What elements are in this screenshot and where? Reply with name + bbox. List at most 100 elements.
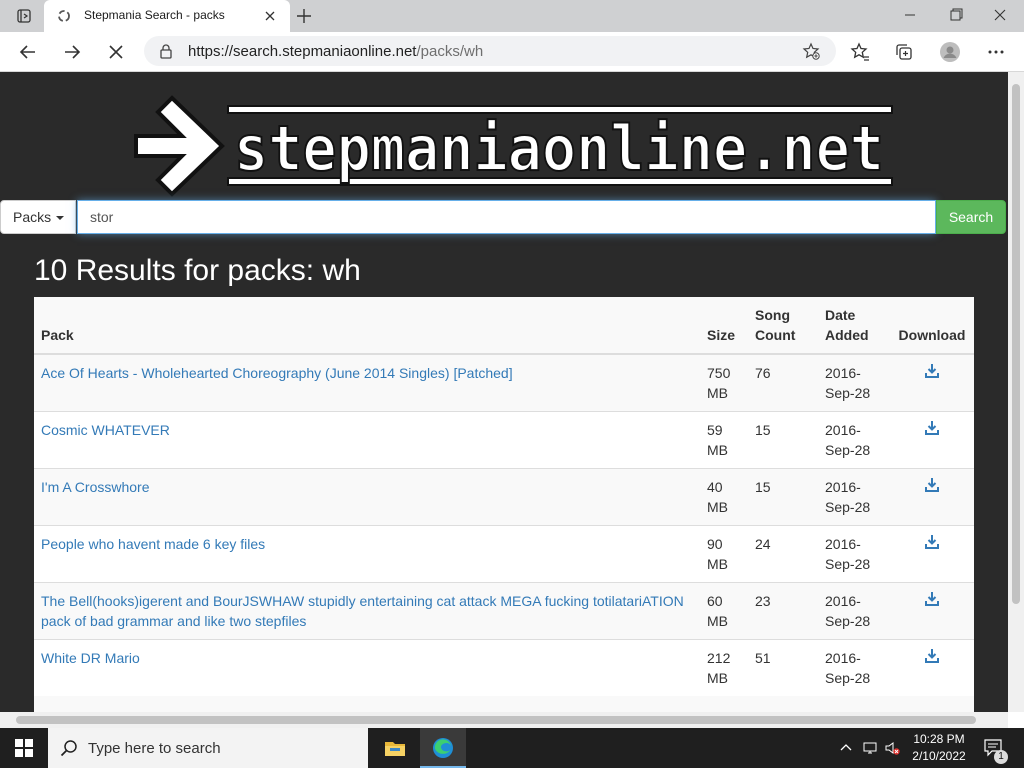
- pack-link[interactable]: Cosmic WHATEVER: [41, 422, 170, 438]
- table-header-row: Pack Size Song Count Date Added Download: [34, 297, 974, 355]
- pack-cell: Cosmic WHATEVER: [34, 411, 700, 469]
- date-line2: Sep-28: [825, 556, 871, 572]
- size-unit: MB: [707, 556, 728, 572]
- tab-actions-icon[interactable]: [16, 8, 32, 24]
- collections-icon[interactable]: [894, 42, 914, 62]
- size-unit: MB: [707, 499, 728, 515]
- loading-spinner-icon: [58, 10, 70, 22]
- size-unit: MB: [707, 670, 728, 686]
- category-dropdown[interactable]: Packs: [0, 200, 76, 234]
- add-favorite-icon[interactable]: [802, 42, 820, 60]
- download-icon[interactable]: [925, 477, 939, 493]
- header-size: Size: [700, 297, 748, 355]
- download-icon[interactable]: [925, 648, 939, 664]
- stop-loading-icon[interactable]: [106, 42, 126, 62]
- date-line1: 2016-: [825, 593, 861, 609]
- date-line1: 2016-: [825, 479, 861, 495]
- browser-tab-active[interactable]: Stepmania Search - packs: [44, 0, 290, 32]
- pack-link[interactable]: I'm A Crosswhore: [41, 479, 150, 495]
- pack-link[interactable]: The Bell(hooks)igerent and BourJSWHAW st…: [41, 593, 684, 629]
- volume-muted-icon[interactable]: [884, 740, 900, 756]
- taskbar-file-explorer[interactable]: [372, 728, 418, 768]
- url-host: https://search.stepmaniaonline.net: [188, 43, 417, 60]
- size-cell: 60 MB: [700, 582, 748, 640]
- date-line2: Sep-28: [825, 442, 871, 458]
- minimize-icon[interactable]: [896, 4, 924, 26]
- vertical-scroll-thumb[interactable]: [1012, 84, 1020, 604]
- song-count-cell: 15: [748, 411, 818, 469]
- song-count-cell: 24: [748, 525, 818, 583]
- header-song-line2: Count: [755, 327, 796, 343]
- size-value: 750: [707, 365, 731, 381]
- search-bar: Packs Search: [0, 200, 1006, 234]
- table-row: People who havent made 6 key files 90 MB …: [34, 525, 974, 583]
- pack-cell: People who havent made 6 key files: [34, 525, 700, 583]
- download-icon[interactable]: [925, 534, 939, 550]
- date-line2: Sep-28: [825, 613, 871, 629]
- search-button[interactable]: Search: [936, 200, 1006, 234]
- size-value: 40: [707, 479, 723, 495]
- song-count-cell: 76: [748, 353, 818, 412]
- table-row: I'm A Crosswhore 40 MB 15 2016- Sep-28: [34, 468, 974, 526]
- download-cell: [890, 468, 974, 526]
- horizontal-scroll-thumb[interactable]: [16, 716, 976, 724]
- download-icon[interactable]: [925, 591, 939, 607]
- more-options-icon[interactable]: [986, 42, 1006, 62]
- table-row: Ace Of Hearts - Wholehearted Choreograph…: [34, 353, 974, 412]
- date-cell: 2016- Sep-28: [818, 525, 890, 583]
- windows-taskbar: Type here to search 10:28 PM 2/10/2022 1: [0, 728, 1024, 768]
- forward-icon[interactable]: [62, 42, 82, 62]
- notification-badge: 1: [994, 750, 1008, 764]
- date-line2: Sep-28: [825, 499, 871, 515]
- address-bar[interactable]: https://search.stepmaniaonline.net/packs…: [144, 36, 836, 66]
- close-tab-icon[interactable]: [262, 8, 278, 24]
- show-hidden-icons-chevron-icon[interactable]: [838, 740, 854, 756]
- profile-avatar-icon[interactable]: [940, 42, 960, 62]
- horizontal-scrollbar[interactable]: [0, 712, 1008, 728]
- browser-tab-strip: Stepmania Search - packs: [0, 0, 1024, 32]
- pack-link[interactable]: People who havent made 6 key files: [41, 536, 265, 552]
- lock-icon[interactable]: [158, 43, 174, 59]
- url-text[interactable]: https://search.stepmaniaonline.net/packs…: [188, 43, 483, 60]
- windows-start-icon[interactable]: [14, 738, 34, 758]
- system-clock[interactable]: 10:28 PM 2/10/2022: [906, 731, 972, 765]
- taskbar-search-box[interactable]: Type here to search: [48, 728, 368, 768]
- clock-date: 2/10/2022: [912, 749, 966, 763]
- download-icon[interactable]: [925, 420, 939, 436]
- favorites-icon[interactable]: [850, 42, 870, 62]
- pack-cell: White DR Mario: [34, 639, 700, 696]
- date-line2: Sep-28: [825, 670, 871, 686]
- header-date-line1: Date: [825, 307, 856, 323]
- song-count-cell: 23: [748, 582, 818, 640]
- vertical-scrollbar[interactable]: [1008, 72, 1024, 712]
- pack-link[interactable]: White DR Mario: [41, 650, 140, 666]
- size-unit: MB: [707, 442, 728, 458]
- pack-cell: I'm A Crosswhore: [34, 468, 700, 526]
- back-icon[interactable]: [18, 42, 38, 62]
- size-unit: MB: [707, 613, 728, 629]
- song-count-cell: 15: [748, 468, 818, 526]
- download-icon[interactable]: [925, 363, 939, 379]
- restore-icon[interactable]: [942, 4, 970, 26]
- size-value: 90: [707, 536, 723, 552]
- header-date-added: Date Added: [818, 297, 890, 355]
- taskbar-edge[interactable]: [420, 728, 466, 768]
- results-table-container: Pack Size Song Count Date Added Download A…: [34, 297, 974, 712]
- search-icon: [60, 740, 77, 757]
- web-page: stepmaniaonline.net Packs Search 10 Resu…: [0, 72, 1008, 712]
- new-tab-icon[interactable]: [296, 8, 312, 24]
- pack-cell: The Bell(hooks)igerent and BourJSWHAW st…: [34, 582, 700, 640]
- pack-link[interactable]: Ace Of Hearts - Wholehearted Choreograph…: [41, 365, 513, 381]
- date-cell: 2016- Sep-28: [818, 411, 890, 469]
- header-pack: Pack: [34, 297, 700, 355]
- site-logo[interactable]: stepmaniaonline.net: [130, 92, 895, 200]
- network-icon[interactable]: [862, 740, 878, 756]
- table-row: Cosmic WHATEVER 59 MB 15 2016- Sep-28: [34, 411, 974, 469]
- date-cell: 2016- Sep-28: [818, 468, 890, 526]
- taskbar-search-placeholder: Type here to search: [88, 740, 221, 757]
- download-cell: [890, 639, 974, 696]
- results-heading: 10 Results for packs: wh: [34, 254, 361, 287]
- browser-toolbar: https://search.stepmaniaonline.net/packs…: [0, 32, 1024, 72]
- close-window-icon[interactable]: [986, 4, 1014, 26]
- search-input[interactable]: [77, 200, 936, 234]
